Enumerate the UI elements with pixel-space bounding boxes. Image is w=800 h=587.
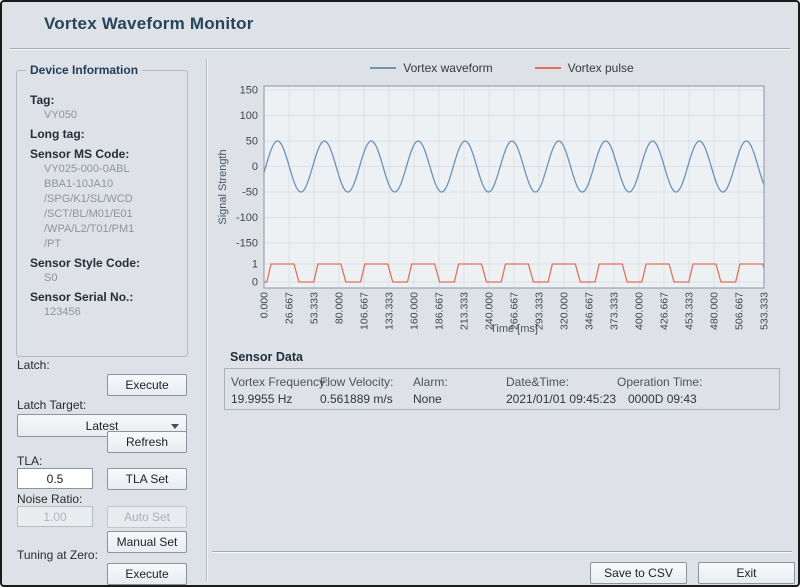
device-field-value: 123456 (44, 307, 187, 318)
x-tick-label: 533.333 (759, 292, 771, 330)
device-field-value: VY025-000-0ABL (44, 164, 187, 175)
device-field-value: /SCT/BL/M01/E01 (44, 209, 187, 220)
legend-item-waveform: Vortex waveform (370, 61, 492, 75)
device-info-groupbox: Device Information Tag:VY050Long tag:Sen… (16, 70, 188, 357)
device-field-label: Sensor Serial No.: (30, 290, 187, 304)
x-tick-label: 133.333 (384, 292, 396, 330)
tuning-execute-button[interactable]: Execute (107, 563, 187, 585)
refresh-button[interactable]: Refresh (107, 431, 187, 453)
y-tick-label: 0 (252, 277, 258, 289)
tuning-at-zero-label: Tuning at Zero: (17, 548, 98, 562)
exit-button[interactable]: Exit (698, 562, 795, 584)
device-field-value: /SPG/K1/SL/WCD (44, 194, 187, 205)
x-tick-label: 400.000 (634, 292, 646, 330)
save-to-csv-button[interactable]: Save to CSV (590, 562, 687, 584)
page-title: Vortex Waveform Monitor (44, 14, 254, 34)
y-tick-label: -100 (236, 212, 258, 224)
x-tick-label: 186.667 (434, 292, 446, 330)
device-field-label: Sensor Style Code: (30, 256, 187, 270)
panel-divider (206, 59, 208, 581)
y-tick-label: 0 (252, 161, 258, 173)
y-tick-label: 150 (240, 85, 258, 97)
sensor-column-label: Flow Velocity: (320, 375, 393, 389)
tla-label: TLA: (17, 454, 42, 468)
x-tick-label: 373.333 (609, 292, 621, 330)
tla-set-button[interactable]: TLA Set (107, 468, 187, 490)
sensor-column-label: Alarm: (413, 375, 448, 389)
device-field-value: /PT (44, 239, 187, 250)
device-field-label: Long tag: (30, 127, 187, 141)
device-info-title: Device Information (26, 63, 142, 77)
x-tick-label: 453.333 (684, 292, 696, 330)
latch-target-label: Latch Target: (17, 398, 86, 412)
device-field-value: S0 (44, 273, 187, 284)
latch-execute-button[interactable]: Execute (107, 374, 187, 396)
legend-label-waveform: Vortex waveform (403, 61, 492, 75)
chart-legend: Vortex waveform Vortex pulse (212, 58, 792, 78)
legend-label-pulse: Vortex pulse (568, 61, 634, 75)
x-tick-label: 80.000 (334, 292, 346, 324)
y-tick-label: 100 (240, 110, 258, 122)
title-separator (10, 48, 790, 50)
x-tick-label: 106.667 (359, 292, 371, 330)
chart-svg: 150100500-50-100-150100.00026.66753.3338… (212, 80, 792, 344)
y-tick-label: 50 (246, 136, 258, 148)
noise-ratio-input[interactable] (17, 506, 93, 527)
manual-set-button[interactable]: Manual Set (107, 531, 187, 553)
x-tick-label: 53.333 (309, 292, 321, 324)
window: Vortex Waveform Monitor Device Informati… (0, 0, 800, 587)
device-field-label: Sensor MS Code: (30, 147, 187, 161)
sensor-column-value: 19.9955 Hz (231, 392, 292, 406)
x-tick-label: 160.000 (409, 292, 421, 330)
y-tick-label: -50 (242, 187, 258, 199)
sensor-data-heading: Sensor Data (230, 350, 303, 364)
x-tick-label: 346.667 (584, 292, 596, 330)
device-info-list: Tag: VY050 Long tag: Sensor MS Code: VY025-0… (17, 79, 187, 322)
sensor-column-value: 2021/01/01 09:45:23 (506, 392, 616, 406)
y-tick-label: -150 (236, 238, 258, 250)
device-field-value: VY050 (44, 110, 187, 121)
tla-input[interactable] (17, 468, 93, 489)
legend-swatch-pulse (535, 67, 561, 69)
device-field-value: /WPA/L2/T01/PM1 (44, 224, 187, 235)
sensor-column-value: 0.561889 m/s (320, 392, 393, 406)
y-axis-label: Signal Strength (217, 149, 229, 224)
sensor-column-label: Operation Time: (617, 375, 702, 389)
chevron-down-icon (171, 424, 179, 429)
x-tick-label: 426.667 (659, 292, 671, 330)
x-axis-label: Time [ms] (490, 323, 538, 335)
x-tick-label: 213.333 (459, 292, 471, 330)
sensor-column-label: Vortex Frequency: (231, 375, 328, 389)
sensor-data-box: Vortex Frequency: 19.9955 Hz Flow Velocity… (224, 368, 780, 410)
x-tick-label: 26.667 (284, 292, 296, 324)
waveform-chart: 150100500-50-100-150100.00026.66753.3338… (212, 80, 792, 344)
sensor-column-value: None (413, 392, 442, 406)
x-tick-label: 480.000 (709, 292, 721, 330)
y-tick-label: 1 (252, 259, 258, 271)
legend-item-pulse: Vortex pulse (535, 61, 634, 75)
x-tick-label: 506.667 (734, 292, 746, 330)
device-field-value: BBA1-10JA10 (44, 179, 187, 190)
sensor-column-label: Date&Time: (506, 375, 569, 389)
device-field-label: Tag: (30, 93, 187, 107)
x-tick-label: 0.000 (259, 292, 271, 318)
sensor-column-value: 0000D 09:43 (628, 392, 697, 406)
auto-set-button[interactable]: Auto Set (107, 506, 187, 528)
latch-label: Latch: (17, 358, 50, 372)
noise-ratio-label: Noise Ratio: (17, 492, 82, 506)
footer-separator (212, 551, 792, 553)
legend-swatch-waveform (370, 67, 396, 69)
x-tick-label: 320.000 (559, 292, 571, 330)
